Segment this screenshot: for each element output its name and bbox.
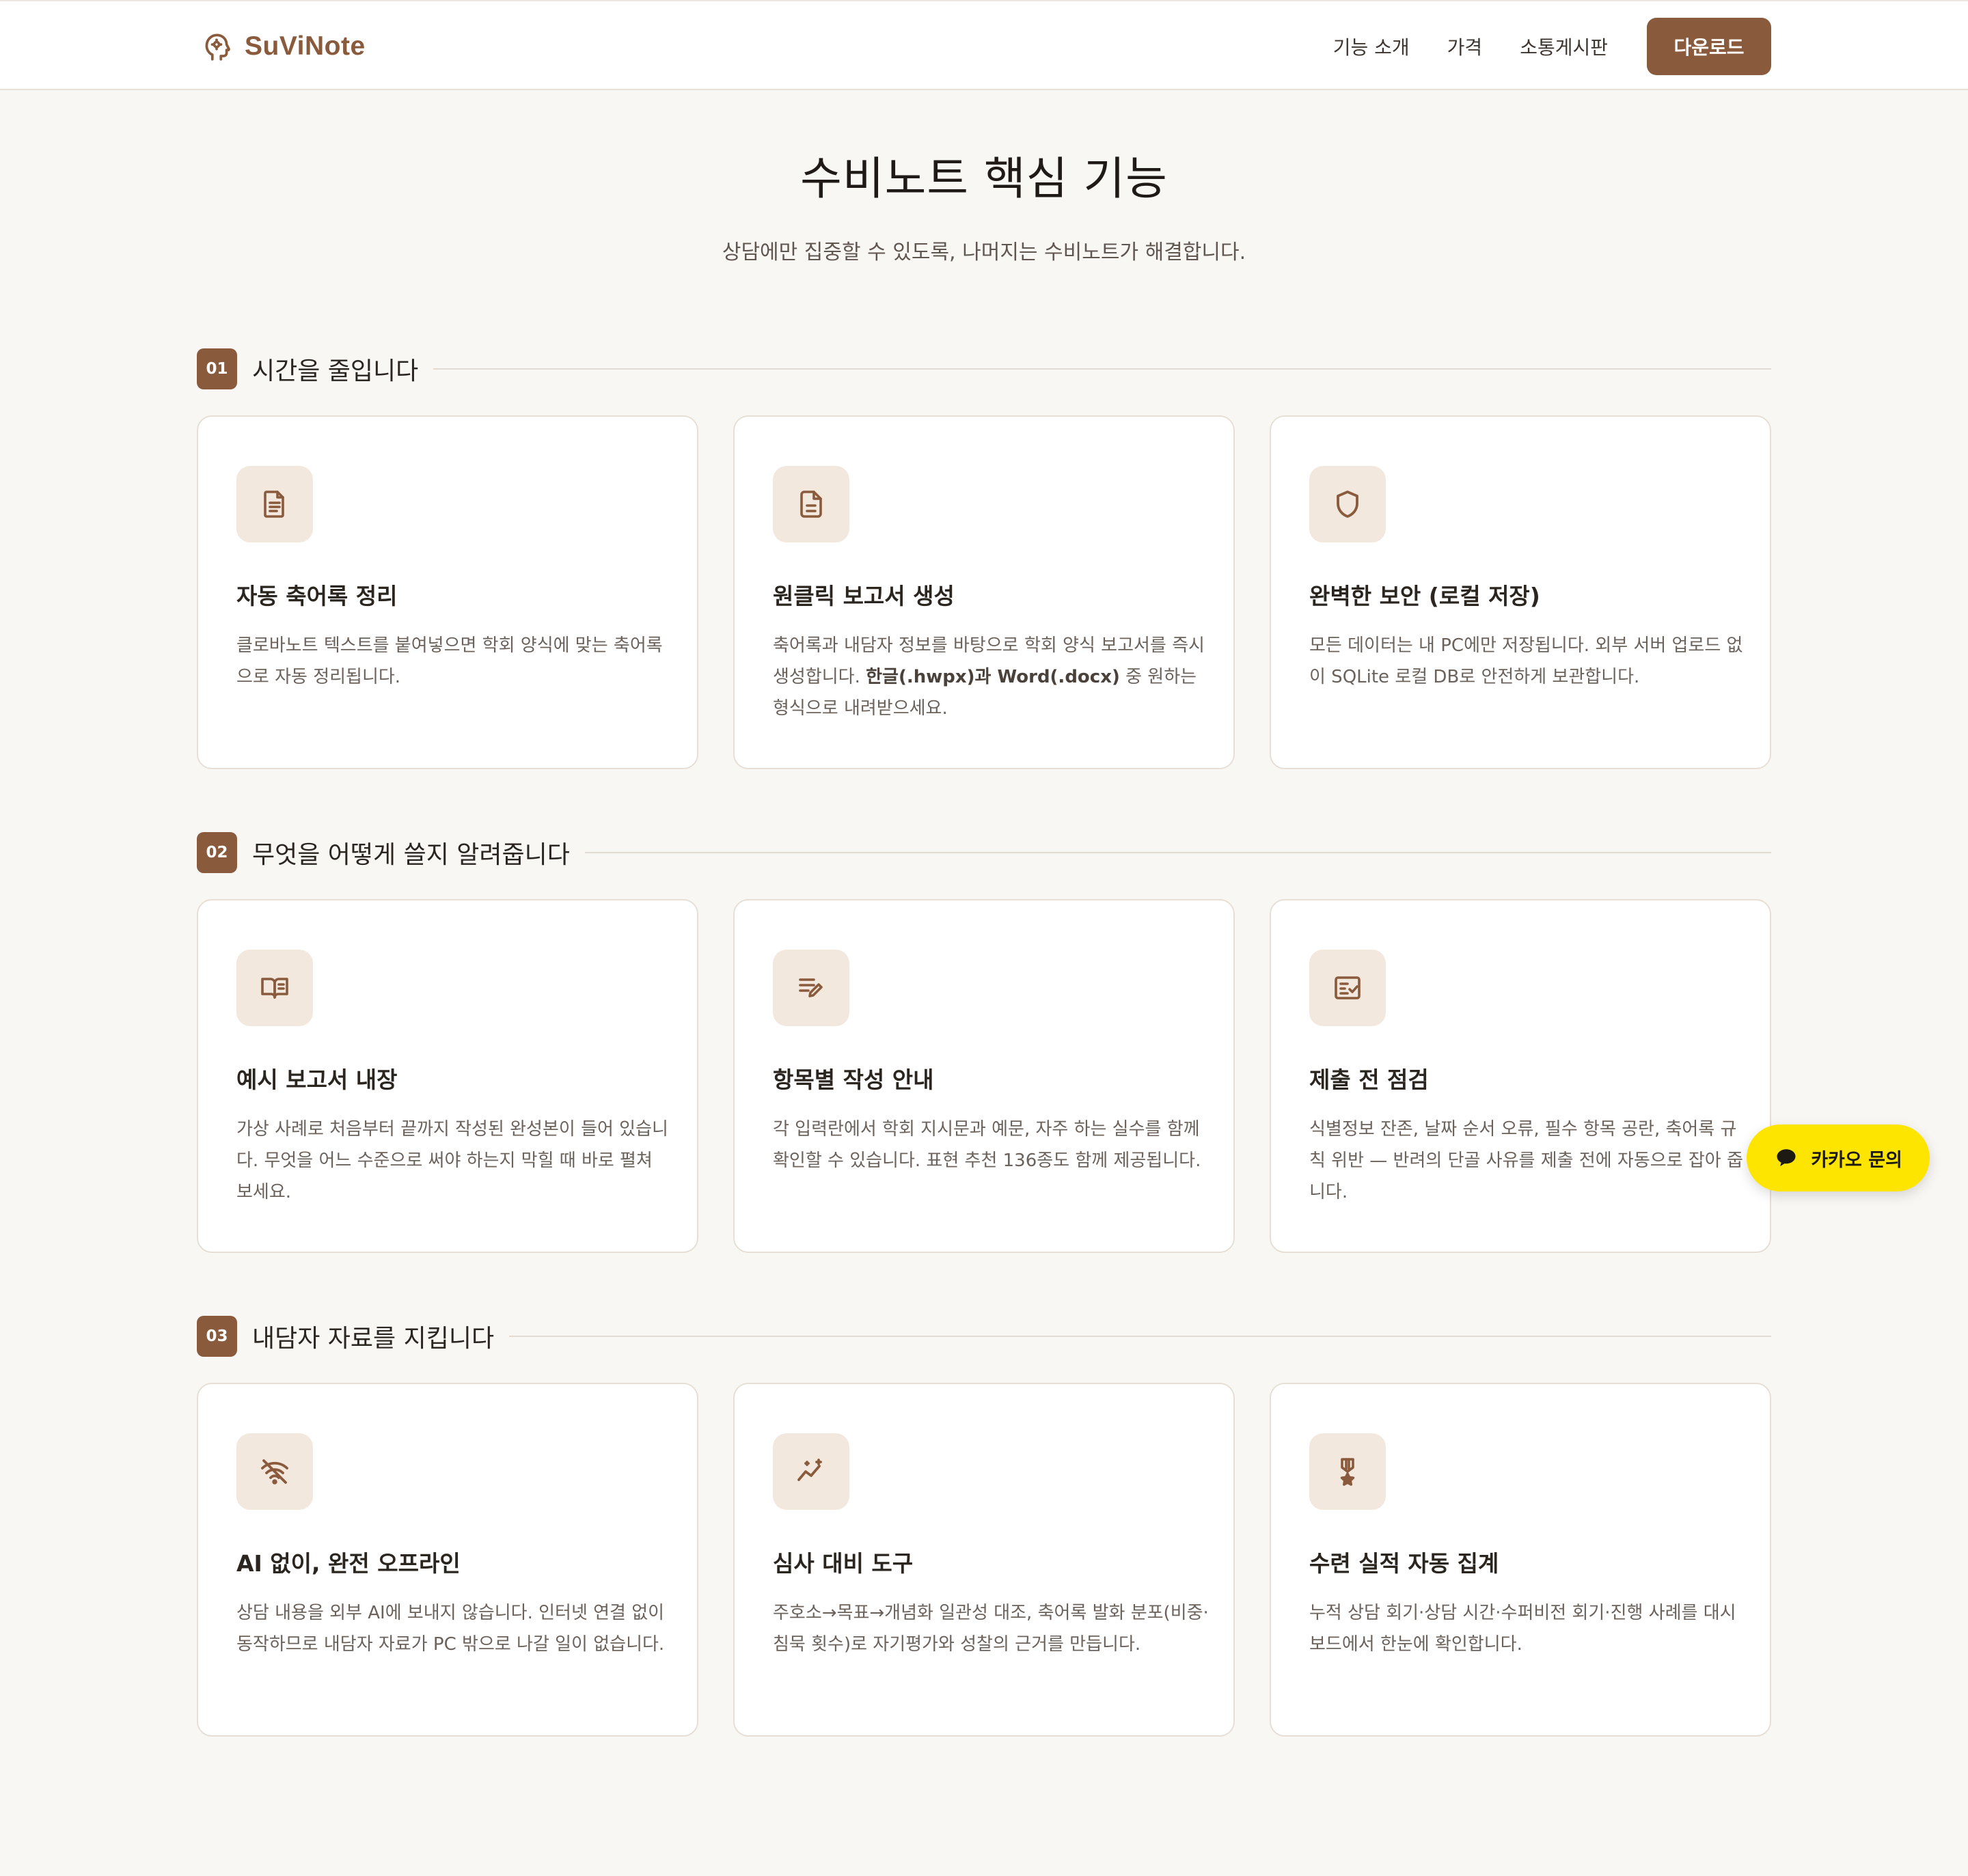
nav-link-features[interactable]: 기능 소개	[1333, 33, 1410, 60]
card-description: 모든 데이터는 내 PC에만 저장됩니다. 외부 서버 업로드 없이 SQLit…	[1309, 635, 1743, 687]
feature-card-one-click-report: 원클릭 보고서 생성 축어록과 내담자 정보를 바탕으로 학회 양식 보고서를 …	[733, 415, 1235, 769]
section-divider	[433, 368, 1771, 370]
card-title: AI 없이, 완전 오프라인	[236, 1550, 461, 1577]
page-subtitle: 상담에만 집중할 수 있도록, 나머지는 수비노트가 해결합니다.	[722, 240, 1246, 264]
document-icon	[264, 491, 284, 518]
card-description-emphasis: 한글(.hwpx)과 Word(.docx)	[866, 667, 1120, 687]
top-nav: 기능 소개 가격 소통게시판 다운로드	[1333, 18, 1771, 75]
card-icon-tile	[1309, 466, 1386, 542]
card-title: 원클릭 보고서 생성	[773, 583, 955, 609]
feature-card-offline: AI 없이, 완전 오프라인 상담 내용을 외부 AI에 보내지 않습니다. 인…	[197, 1383, 698, 1737]
book-open-icon	[261, 978, 288, 999]
card-description: 식별정보 잔존, 날짜 순서 오류, 필수 항목 공란, 축어록 규칙 위반 —…	[1309, 1119, 1743, 1202]
head-gear-icon	[205, 33, 230, 61]
card-icon-tile	[773, 466, 849, 542]
medal-icon	[1340, 1458, 1355, 1486]
card-title: 제출 전 점검	[1309, 1066, 1429, 1093]
card-title: 항목별 작성 안내	[773, 1066, 934, 1093]
card-icon-tile	[236, 1433, 313, 1510]
section-number-badge: 01	[197, 348, 237, 389]
chat-bubble-icon	[1777, 1149, 1796, 1167]
card-title: 심사 대비 도구	[773, 1550, 914, 1577]
section-header-03: 03 내담자 자료를 지킵니다	[197, 1316, 1771, 1357]
page-title: 수비노트 핵심 기능	[800, 152, 1168, 205]
checklist-icon	[1335, 976, 1361, 999]
site-header: SuViNote 기능 소개 가격 소통게시판 다운로드	[0, 0, 1968, 90]
feature-card-field-guide: 항목별 작성 안내 각 입력란에서 학회 지시문과 예문, 자주 하는 실수를 …	[733, 899, 1235, 1253]
card-icon-tile	[236, 466, 313, 542]
section-divider	[509, 1336, 1771, 1337]
download-button[interactable]: 다운로드	[1647, 18, 1771, 75]
card-title: 수련 실적 자동 집계	[1309, 1550, 1499, 1577]
trend-sparkle-icon	[797, 1459, 822, 1481]
card-title: 예시 보고서 내장	[236, 1066, 398, 1093]
card-description: 주호소→목표→개념화 일관성 대조, 축어록 발화 분포(비중·침묵 횟수)로 …	[773, 1603, 1209, 1655]
brand-logo[interactable]: SuViNote	[200, 27, 366, 66]
feature-card-pre-submit-check: 제출 전 점검 식별정보 잔존, 날짜 순서 오류, 필수 항목 공란, 축어록…	[1270, 899, 1771, 1253]
feature-card-training-stats: 수련 실적 자동 집계 누적 상담 회기·상담 시간·수퍼비전 회기·진행 사례…	[1270, 1383, 1771, 1737]
card-description: 클로바노트 텍스트를 붙여넣으면 학회 양식에 맞는 축어록으로 자동 정리됩니…	[236, 635, 663, 687]
section-title: 내담자 자료를 지킵니다	[252, 1325, 495, 1353]
section-title: 시간을 줄입니다	[252, 357, 419, 385]
section-title: 무엇을 어떻게 쓸지 알려줍니다	[252, 841, 570, 869]
nav-link-pricing[interactable]: 가격	[1447, 33, 1483, 60]
card-icon-tile	[236, 950, 313, 1026]
card-icon-tile	[1309, 1433, 1386, 1510]
card-description: 가상 사례로 처음부터 끝까지 작성된 완성본이 들어 있습니다. 무엇을 어느…	[236, 1119, 668, 1202]
section-number-badge: 02	[197, 832, 237, 873]
kakao-label: 카카오 문의	[1811, 1149, 1902, 1171]
feature-card-example-report: 예시 보고서 내장 가상 사례로 처음부터 끝까지 작성된 완성본이 들어 있습…	[197, 899, 698, 1253]
section-header-02: 02 무엇을 어떻게 쓸지 알려줍니다	[197, 832, 1771, 873]
feature-card-auto-transcript: 자동 축어록 정리 클로바노트 텍스트를 붙여넣으면 학회 양식에 맞는 축어록…	[197, 415, 698, 769]
feature-card-local-security: 완벽한 보안 (로컬 저장) 모든 데이터는 내 PC에만 저장됩니다. 외부 …	[1270, 415, 1771, 769]
section-divider	[584, 852, 1771, 853]
card-icon-tile	[773, 1433, 849, 1510]
section-header-01: 01 시간을 줄입니다	[197, 348, 1771, 389]
nav-link-board[interactable]: 소통게시판	[1520, 33, 1608, 60]
shield-icon	[1337, 491, 1358, 518]
wifi-off-icon	[261, 1459, 288, 1485]
card-description: 상담 내용을 외부 AI에 보내지 않습니다. 인터넷 연결 없이 동작하므로 …	[236, 1603, 665, 1655]
card-description: 누적 상담 회기·상담 시간·수퍼비전 회기·진행 사례를 대시보드에서 한눈에…	[1309, 1603, 1736, 1655]
section-number-badge: 03	[197, 1316, 237, 1357]
card-icon-tile	[773, 950, 849, 1026]
card-title: 완벽한 보안 (로컬 저장)	[1309, 583, 1540, 609]
list-pencil-icon	[799, 978, 823, 997]
card-title: 자동 축어록 정리	[236, 583, 398, 609]
card-description: 각 입력란에서 학회 지시문과 예문, 자주 하는 실수를 함께 확인할 수 있…	[773, 1119, 1201, 1171]
kakao-inquiry-button[interactable]: 카카오 문의	[1747, 1125, 1930, 1191]
card-description: 축어록과 내담자 정보를 바탕으로 학회 양식 보고서를 즉시 생성합니다. 한…	[773, 630, 1210, 724]
brand-name: SuViNote	[245, 31, 366, 61]
card-icon-tile	[1309, 950, 1386, 1026]
file-icon	[800, 491, 822, 518]
feature-card-review-tools: 심사 대비 도구 주호소→목표→개념화 일관성 대조, 축어록 발화 분포(비중…	[733, 1383, 1235, 1737]
